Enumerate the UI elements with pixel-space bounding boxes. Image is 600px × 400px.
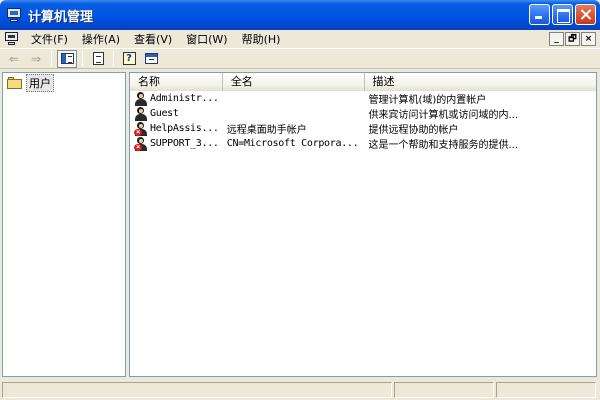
child-restore-button[interactable]: 🗗: [565, 32, 580, 46]
user-list-pane[interactable]: 名称 全名 描述 Administr... 管理计算机(域)的内置帐户 Gues…: [129, 72, 597, 377]
toolbar-separator: [113, 51, 114, 66]
toolbar: ⇐ ⇒ ?: [0, 48, 600, 69]
status-segment: [496, 381, 596, 398]
user-name: Guest: [150, 108, 179, 119]
user-name: HelpAssis...: [150, 123, 219, 134]
menu-view[interactable]: 查看(V): [127, 31, 179, 47]
user-description: 这是一个帮助和支持服务的提供...: [368, 140, 519, 151]
window-controls: [529, 4, 596, 25]
menu-bar: 文件(F) 操作(A) 查看(V) 窗口(W) 帮助(H) _ 🗗 ×: [0, 30, 600, 48]
child-close-button[interactable]: ×: [581, 32, 596, 46]
user-icon: [134, 106, 148, 121]
show-hide-tree-button[interactable]: [57, 49, 77, 68]
menu-help[interactable]: 帮助(H): [235, 31, 288, 47]
column-header-fullname[interactable]: 全名: [222, 73, 365, 91]
minimize-button[interactable]: [529, 4, 550, 25]
status-segment: [2, 381, 392, 398]
back-arrow-icon[interactable]: ⇐: [4, 50, 24, 68]
folder-icon: [7, 77, 23, 89]
toolbar-separator: [82, 51, 83, 66]
toolbar-separator: [51, 51, 52, 66]
child-window-controls: _ 🗗 ×: [549, 32, 596, 46]
help-icon: ?: [122, 52, 136, 65]
menu-file[interactable]: 文件(F): [24, 31, 75, 47]
disabled-user-icon: ×: [134, 121, 148, 136]
user-fullname: CN=Microsoft Corpora...: [226, 138, 359, 149]
user-fullname: 远程桌面助手帐户: [226, 125, 307, 136]
table-row[interactable]: × SUPPORT_3... CN=Microsoft Corpora... 这…: [130, 136, 596, 151]
table-row[interactable]: Administr... 管理计算机(域)的内置帐户: [130, 91, 596, 106]
table-row[interactable]: × HelpAssis... 远程桌面助手帐户 提供远程协助的帐户: [130, 121, 596, 136]
forward-arrow-icon[interactable]: ⇒: [26, 50, 46, 68]
computer-management-icon: [6, 8, 22, 22]
window-title: 计算机管理: [28, 9, 94, 25]
maximize-button[interactable]: [552, 4, 573, 25]
list-header: 名称 全名 描述: [130, 73, 596, 91]
menu-action[interactable]: 操作(A): [75, 31, 127, 47]
export-list-icon: [92, 52, 104, 65]
properties-icon: [144, 53, 158, 64]
child-minimize-button[interactable]: _: [549, 32, 564, 46]
column-header-name[interactable]: 名称: [130, 73, 223, 91]
disabled-user-icon: ×: [134, 136, 148, 151]
user-description: 提供远程协助的帐户: [368, 125, 459, 136]
properties-button[interactable]: [141, 50, 161, 68]
export-list-button[interactable]: [88, 50, 108, 68]
user-description: 管理计算机(域)的内置帐户: [368, 95, 487, 106]
title-bar[interactable]: 计算机管理: [0, 0, 600, 30]
table-row[interactable]: Guest 供来宾访问计算机或访问域的内...: [130, 106, 596, 121]
console-menu-icon[interactable]: [4, 32, 20, 46]
column-header-description[interactable]: 描述: [364, 73, 596, 91]
user-description: 供来宾访问计算机或访问域的内...: [368, 110, 519, 121]
status-bar: [0, 379, 600, 400]
user-icon: [134, 91, 148, 106]
tree-node-users[interactable]: 用户: [7, 74, 125, 92]
menu-window[interactable]: 窗口(W): [179, 31, 234, 47]
user-name: Administr...: [150, 93, 219, 104]
tree-pane[interactable]: 用户: [2, 72, 126, 377]
show-hide-tree-icon: [60, 53, 74, 64]
status-segment: [394, 381, 494, 398]
help-button[interactable]: ?: [119, 50, 139, 68]
close-button[interactable]: [575, 4, 596, 25]
user-name: SUPPORT_3...: [150, 138, 219, 149]
tree-node-label: 用户: [26, 74, 54, 92]
